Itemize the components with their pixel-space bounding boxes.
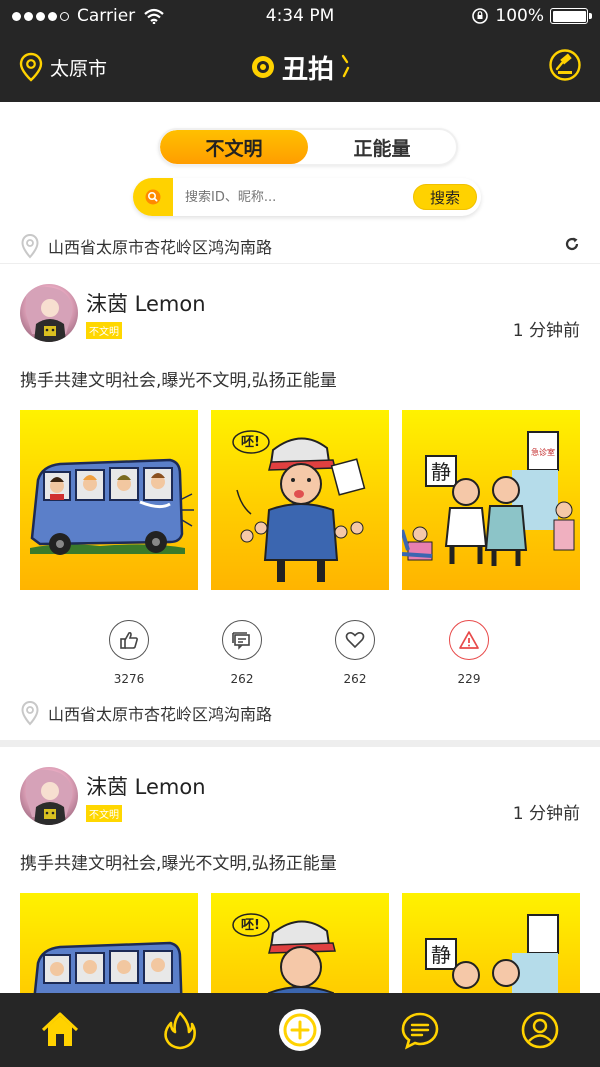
battery-icon xyxy=(550,8,592,24)
profile-icon xyxy=(521,1011,559,1049)
post-image-bus[interactable] xyxy=(20,410,198,590)
tab-profile[interactable] xyxy=(510,1000,570,1060)
thumbs-up-icon xyxy=(120,631,138,649)
location-pin-icon xyxy=(21,233,39,258)
post-image-bus[interactable] xyxy=(20,893,198,993)
quiet-sign-text: 静 xyxy=(431,460,451,484)
rotation-lock-icon xyxy=(472,8,489,24)
fire-icon xyxy=(164,1011,196,1050)
emergency-sign-text: 急诊室 xyxy=(531,447,555,457)
camera-lens-icon xyxy=(251,56,274,78)
city-selector[interactable]: 太原市 xyxy=(18,52,107,82)
bottom-tabbar xyxy=(0,993,600,1067)
post-actions: 3276 262 262 229 xyxy=(0,620,600,692)
signal-icon xyxy=(12,11,69,21)
tab-home[interactable] xyxy=(30,1000,90,1060)
gavel-button[interactable] xyxy=(548,48,582,86)
refresh-button[interactable] xyxy=(564,236,580,256)
tab-positive-energy[interactable]: 正能量 xyxy=(308,130,456,164)
message-icon xyxy=(401,1012,439,1050)
quiet-sign-cartoon-image: 静 急诊室 xyxy=(402,431,575,566)
user-avatar[interactable] xyxy=(20,767,78,825)
search-input[interactable] xyxy=(173,189,413,205)
feed-content: 不文明 正能量 搜索 山西省太原市杏花岭区鸿沟南路 xyxy=(0,102,600,993)
location-pin-icon xyxy=(21,700,39,726)
search-icon-box xyxy=(133,178,173,216)
avatar-image xyxy=(26,769,73,825)
warning-icon xyxy=(459,631,479,649)
home-icon xyxy=(41,1012,79,1046)
like-count: 3276 xyxy=(113,672,145,686)
location-bar: 山西省太原市杏花岭区鸿沟南路 xyxy=(0,228,600,264)
post-images: 呸! 静 xyxy=(20,893,580,993)
post-text: 携手共建文明社会,曝光不文明,弘扬正能量 xyxy=(20,371,337,391)
post-time: 1 分钟前 xyxy=(512,321,580,341)
avatar-image xyxy=(26,286,73,342)
status-bar: Carrier 4:34 PM 100% xyxy=(0,0,600,32)
post-image-quiet[interactable]: 静 急诊室 xyxy=(402,410,580,590)
comment-button[interactable] xyxy=(222,620,262,660)
search-button[interactable]: 搜索 xyxy=(413,184,477,210)
location-pin-icon xyxy=(19,52,43,82)
search-icon xyxy=(145,189,161,205)
post-location: 山西省太原市杏花岭区鸿沟南路 xyxy=(20,700,272,726)
favorite-button[interactable] xyxy=(335,620,375,660)
shout-bubble: 呸! xyxy=(241,918,260,933)
post-image-quiet[interactable]: 静 xyxy=(402,893,580,993)
like-action: 3276 xyxy=(99,620,159,686)
report-action: 229 xyxy=(439,620,499,686)
tab-hot[interactable] xyxy=(150,1000,210,1060)
favorite-count: 262 xyxy=(343,672,367,686)
battery-percent: 100% xyxy=(495,6,544,26)
comment-action: 262 xyxy=(212,620,272,686)
like-button[interactable] xyxy=(109,620,149,660)
wifi-icon xyxy=(144,8,164,24)
post-divider xyxy=(0,740,600,747)
category-toggle: 不文明 正能量 xyxy=(158,128,458,166)
post-image-boy[interactable]: 呸! xyxy=(211,410,389,590)
current-address: 山西省太原市杏花岭区鸿沟南路 xyxy=(48,237,273,257)
post-image-boy[interactable]: 呸! xyxy=(211,893,389,993)
category-badge: 不文明 xyxy=(86,322,122,339)
user-avatar[interactable] xyxy=(20,284,78,342)
post-time: 1 分钟前 xyxy=(512,804,580,824)
tab-publish[interactable] xyxy=(270,1000,330,1060)
post-text: 携手共建文明社会,曝光不文明,弘扬正能量 xyxy=(20,854,337,874)
add-icon xyxy=(279,1009,321,1051)
user-name[interactable]: 沫茵 Lemon xyxy=(86,288,206,318)
bus-cartoon-image xyxy=(33,941,183,993)
refresh-icon xyxy=(565,237,579,250)
favorite-action: 262 xyxy=(325,620,385,686)
post-images: 呸! 静 急诊室 xyxy=(20,410,580,590)
gavel-icon xyxy=(549,49,581,81)
quiet-sign-cartoon-image: 静 xyxy=(425,914,559,993)
quiet-sign-text: 静 xyxy=(431,943,451,967)
shout-bubble: 呸! xyxy=(241,435,260,450)
bus-cartoon-image xyxy=(30,458,194,555)
tab-messages[interactable] xyxy=(390,1000,450,1060)
tab-uncivil[interactable]: 不文明 xyxy=(160,130,308,164)
boy-cartoon-image: 呸! xyxy=(232,913,336,993)
comment-icon xyxy=(232,632,250,650)
logo-text: 丑拍 xyxy=(281,54,334,85)
feed-post: 沫茵 Lemon 不文明 1 分钟前 携手共建文明社会,曝光不文明,弘扬正能量 xyxy=(0,264,600,738)
city-name: 太原市 xyxy=(50,57,108,80)
feed-post: 沫茵 Lemon 不文明 1 分钟前 携手共建文明社会,曝光不文明,弘扬正能量 xyxy=(0,747,600,993)
heart-icon xyxy=(345,632,365,649)
top-navbar: 太原市 丑拍 xyxy=(0,32,600,102)
sparkle-icon xyxy=(341,54,350,78)
comment-count: 262 xyxy=(230,672,254,686)
report-button[interactable] xyxy=(449,620,489,660)
boy-cartoon-image: 呸! xyxy=(232,430,366,582)
post-location-text: 山西省太原市杏花岭区鸿沟南路 xyxy=(48,705,273,724)
user-name[interactable]: 沫茵 Lemon xyxy=(86,771,206,801)
carrier-label: Carrier xyxy=(77,6,136,26)
search-bar: 搜索 xyxy=(133,178,481,216)
report-count: 229 xyxy=(457,672,481,686)
category-badge: 不文明 xyxy=(86,805,122,822)
